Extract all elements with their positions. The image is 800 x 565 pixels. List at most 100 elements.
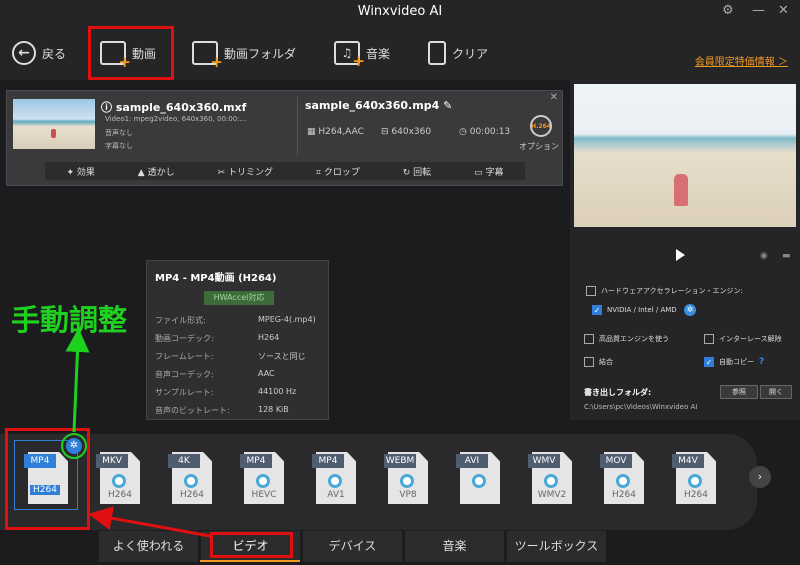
snapshot-icon[interactable]: ◉: [760, 251, 768, 261]
format-mkv-h264[interactable]: MKV H264: [94, 446, 148, 512]
deinterlace-label: インターレース解除: [719, 335, 782, 343]
popup-value: H264: [258, 333, 280, 342]
music-icon: ♫ +: [334, 41, 365, 70]
format-m4v-h264[interactable]: M4V H264: [670, 446, 724, 512]
film-reel-icon: [688, 474, 702, 488]
format-mp4-hevc[interactable]: MP4 HEVC: [238, 446, 292, 512]
format-bottom-label: WMV2: [537, 490, 567, 500]
back-label: 戻る: [42, 46, 67, 61]
remove-task-icon[interactable]: ✕: [550, 92, 558, 103]
film-reel-icon: [184, 474, 198, 488]
crop-button[interactable]: ⌗ クロップ: [316, 165, 360, 178]
hq-engine-checkbox[interactable]: [584, 334, 594, 344]
back-button[interactable]: ← 戻る: [12, 34, 66, 72]
popup-key: ファイル形式:: [155, 316, 206, 325]
browse-button[interactable]: 参照: [720, 385, 758, 399]
gpu-settings-gear-icon[interactable]: ✲: [684, 304, 696, 316]
format-avi[interactable]: AVI: [454, 446, 508, 512]
trash-icon: [428, 41, 446, 65]
popup-value: MPEG-4(.mp4): [258, 315, 316, 324]
film-reel-icon: [472, 474, 486, 488]
settings-gear-icon[interactable]: ⚙: [722, 3, 734, 18]
film-reel-icon: [256, 474, 270, 488]
source-file-name: ⓘ sample_640x360.mxf: [101, 101, 247, 114]
gpu-checkbox[interactable]: ✓: [592, 305, 602, 315]
auto-copy-option[interactable]: ✓ 自動コピー ?: [704, 357, 764, 367]
output-folder-path[interactable]: C:\Users\pc\Videos\Winxvideo AI: [584, 403, 697, 411]
deinterlace-option[interactable]: インターレース解除: [704, 334, 782, 344]
format-webm-vp8[interactable]: WEBM VP8: [382, 446, 436, 512]
format-top-label: AVI: [456, 454, 488, 468]
tab-music[interactable]: 音楽: [404, 531, 504, 562]
format-wmv-wmv2[interactable]: WMV WMV2: [526, 446, 580, 512]
subtitle-button[interactable]: ▭ 字幕: [474, 165, 503, 178]
gpu-option[interactable]: ✓ NVIDIA / Intel / AMD: [592, 305, 677, 315]
format-top-label: WMV: [528, 454, 560, 468]
hq-engine-label: 高品質エンジンを使う: [599, 335, 669, 343]
video-preview: [574, 84, 796, 227]
format-bottom-label: VP8: [399, 490, 417, 500]
format-top-label: MP4: [240, 454, 272, 468]
tab-device[interactable]: デバイス: [302, 531, 402, 562]
merge-option[interactable]: 結合: [584, 357, 613, 367]
effect-button[interactable]: ✦ 効果: [66, 165, 94, 178]
gpu-label: NVIDIA / Intel / AMD: [607, 306, 677, 314]
watermark-button[interactable]: ▲ 透かし: [138, 165, 175, 178]
minimize-icon[interactable]: —: [752, 3, 765, 18]
highlight-video-button: [88, 26, 174, 80]
format-info-popup: MP4 - MP4動画 (H264) HWAccel対応 ファイル形式: MPE…: [146, 260, 329, 420]
auto-copy-checkbox[interactable]: ✓: [704, 357, 714, 367]
format-4k-h264[interactable]: 4K H264: [166, 446, 220, 512]
task-item[interactable]: ⓘ sample_640x360.mxf Video1: mpeg2video,…: [6, 90, 563, 186]
clear-button[interactable]: クリア: [428, 34, 488, 72]
format-top-label: M4V: [672, 454, 704, 468]
add-music-button[interactable]: ♫ + 音楽: [334, 34, 390, 72]
format-bottom-label: AV1: [327, 490, 345, 500]
deinterlace-checkbox[interactable]: [704, 334, 714, 344]
codec-options-icon[interactable]: H.264: [530, 115, 552, 137]
open-folder-icon[interactable]: ▬: [782, 251, 791, 261]
format-bottom-label: H264: [612, 490, 636, 500]
open-button[interactable]: 開く: [760, 385, 792, 399]
merge-label: 結合: [599, 358, 613, 366]
rotate-button[interactable]: ↻ 回転: [403, 165, 431, 178]
preview-figure: [674, 174, 688, 206]
auto-copy-label: 自動コピー: [719, 358, 754, 366]
tab-popular[interactable]: よく使われる: [98, 531, 198, 562]
popup-title: MP4 - MP4動画 (H264): [155, 273, 277, 284]
hw-engine-option[interactable]: ハードウェアアクセラレーション・エンジン:: [586, 286, 743, 296]
format-mp4-av1[interactable]: MP4 AV1: [310, 446, 364, 512]
popup-key: 音声コーデック:: [155, 370, 214, 379]
tab-toolbox[interactable]: ツールボックス: [506, 531, 606, 562]
format-bottom-label: H264: [108, 490, 132, 500]
output-codec: ▦ H264,AAC: [307, 127, 364, 137]
popup-value: 128 KiB: [258, 405, 289, 414]
music-label: 音楽: [366, 46, 391, 61]
next-formats-button[interactable]: ›: [749, 466, 771, 488]
source-video-info: Video1: mpeg2video, 640x360, 00:00:...: [105, 115, 247, 123]
add-video-folder-button[interactable]: + 動画フォルダ: [192, 34, 296, 72]
film-reel-icon: [328, 474, 342, 488]
trim-button[interactable]: ✂ トリミング: [218, 165, 273, 178]
active-tab-indicator: [200, 560, 300, 562]
source-audio-info[interactable]: 音声なし: [105, 128, 133, 138]
hw-engine-checkbox[interactable]: [586, 286, 596, 296]
close-window-icon[interactable]: ✕: [778, 3, 789, 18]
format-bottom-label: H264: [180, 490, 204, 500]
option-label[interactable]: オプション: [519, 141, 559, 152]
highlight-selected-format: [5, 428, 90, 530]
video-folder-icon: +: [192, 41, 223, 71]
help-icon[interactable]: ?: [759, 357, 764, 367]
film-reel-icon: [616, 474, 630, 488]
merge-checkbox[interactable]: [584, 357, 594, 367]
format-top-label: 4K: [168, 454, 200, 468]
format-bottom-label: H264: [684, 490, 708, 500]
film-reel-icon: [544, 474, 558, 488]
member-offer-link[interactable]: 会員限定特価情報 ＞: [695, 53, 788, 68]
hq-engine-option[interactable]: 高品質エンジンを使う: [584, 334, 669, 344]
output-folder-label: 書き出しフォルダ:: [584, 388, 652, 397]
format-mov-h264[interactable]: MOV H264: [598, 446, 652, 512]
source-subtitle-info[interactable]: 字幕なし: [105, 141, 133, 151]
back-arrow-icon: ←: [12, 41, 36, 65]
play-icon[interactable]: [676, 249, 685, 261]
